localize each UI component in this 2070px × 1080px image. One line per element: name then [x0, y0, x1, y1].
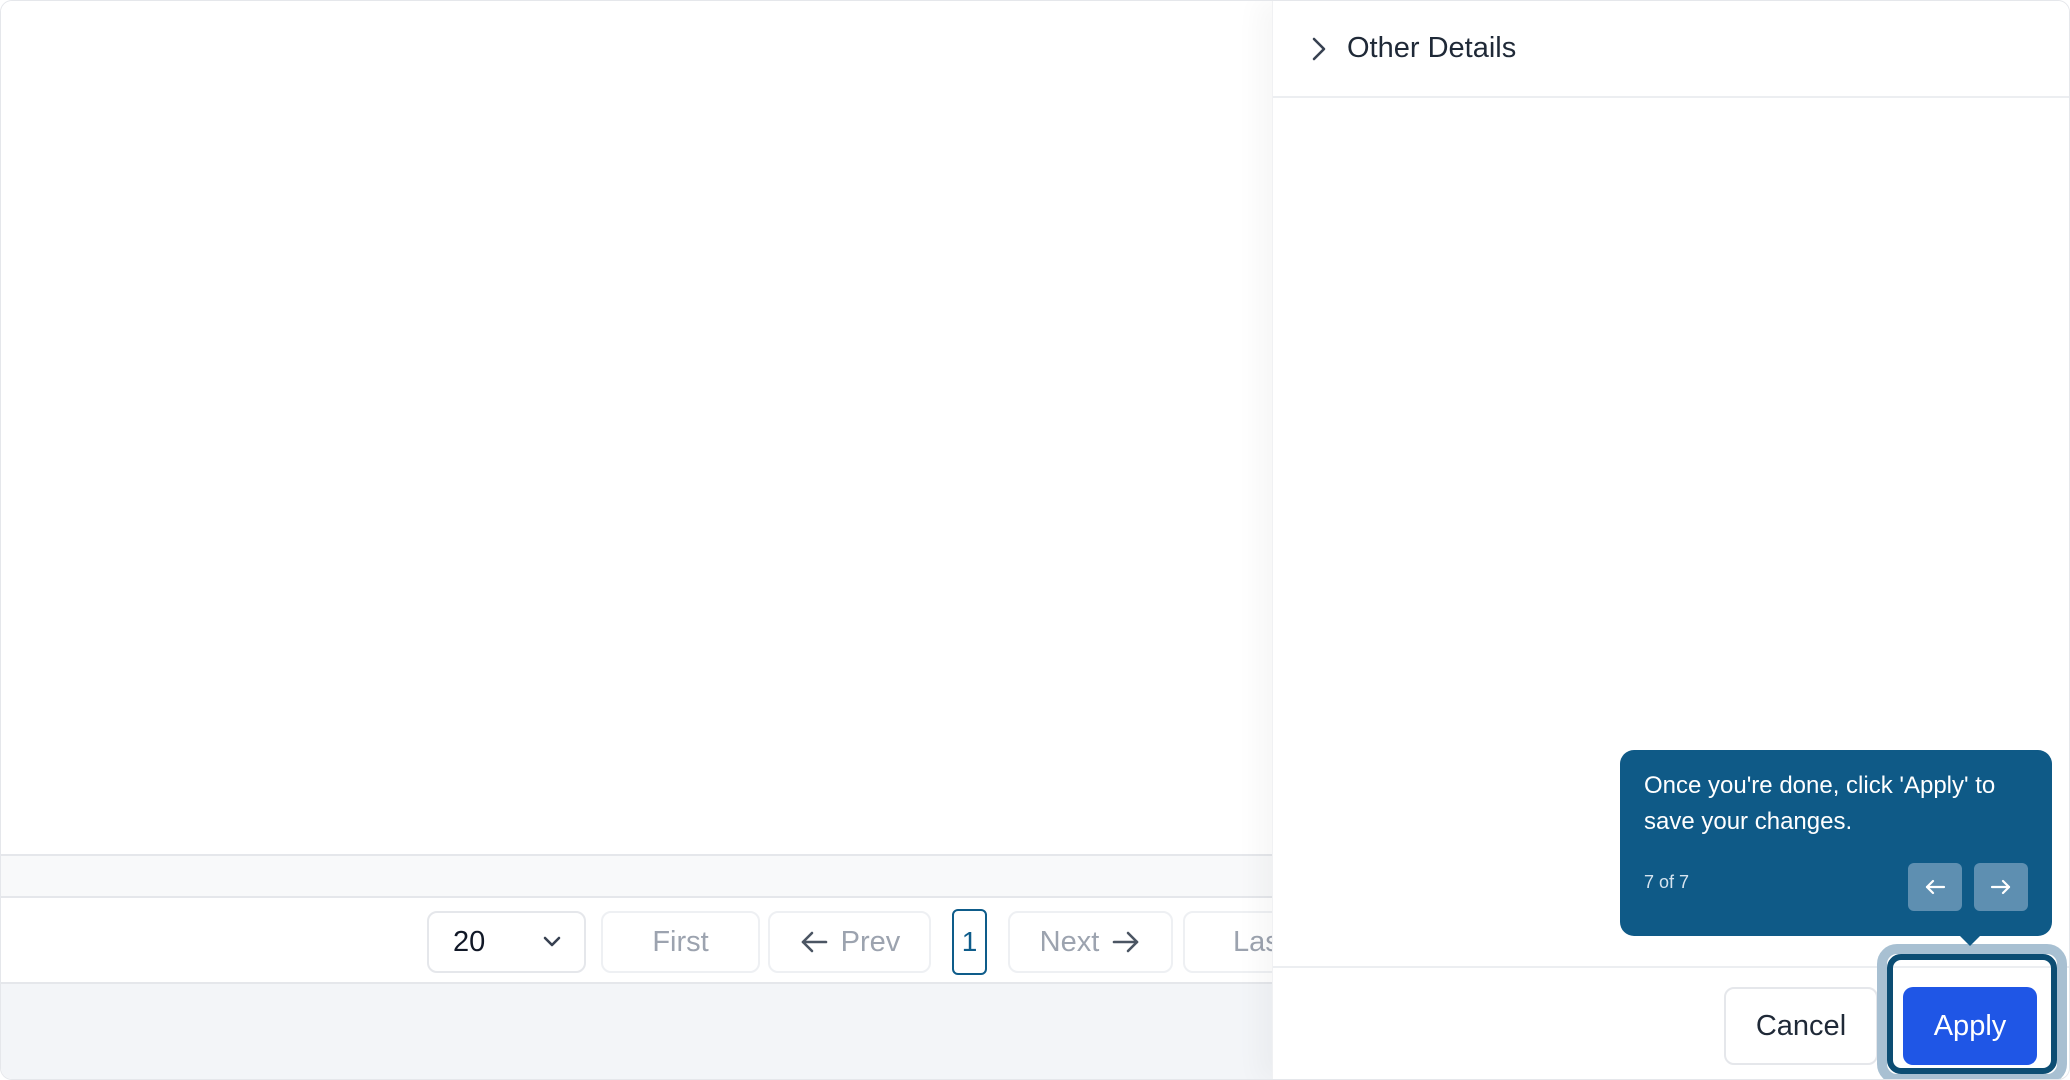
main-content: 20 First Prev 1 Next Las — [1, 1, 1303, 1079]
section-title: Other Details — [1347, 32, 1517, 64]
page-size-value: 20 — [453, 925, 486, 958]
page-footer — [1, 984, 1273, 1079]
tour-next-button[interactable] — [1974, 863, 2028, 911]
first-page-button[interactable]: First — [601, 911, 760, 973]
tour-message: Once you're done, click 'Apply' to save … — [1644, 772, 1996, 835]
page-size-select[interactable]: 20 — [427, 911, 586, 973]
tour-progress: 7 of 7 — [1644, 872, 1690, 892]
tour-prev-button[interactable] — [1908, 863, 1962, 911]
current-page-number: 1 — [961, 926, 978, 957]
prev-page-label: Prev — [840, 925, 901, 958]
horizontal-scrollbar[interactable] — [1, 854, 1273, 898]
next-page-button[interactable]: Next — [1008, 911, 1173, 973]
prev-page-button[interactable]: Prev — [768, 911, 931, 973]
next-page-label: Next — [1039, 925, 1100, 958]
current-page-indicator[interactable]: 1 — [952, 909, 987, 975]
apply-label: Apply — [1933, 1009, 2007, 1042]
arrow-right-icon — [1990, 879, 2011, 895]
arrow-left-icon — [801, 931, 827, 953]
arrow-left-icon — [1925, 879, 1946, 895]
other-details-section-toggle[interactable]: Other Details — [1273, 1, 2069, 98]
drawer-footer: Cancel Apply — [1273, 944, 2069, 1079]
arrow-right-icon — [1113, 931, 1139, 953]
chevron-right-icon — [1312, 37, 1326, 60]
cancel-button[interactable]: Cancel — [1724, 987, 1878, 1065]
chevron-down-icon — [543, 936, 561, 947]
first-page-label: First — [652, 925, 709, 958]
apply-button[interactable]: Apply — [1903, 987, 2037, 1065]
tour-tooltip: Once you're done, click 'Apply' to save … — [1620, 750, 2052, 946]
pagination-bar: 20 First Prev 1 Next Las — [1, 898, 1303, 984]
cancel-label: Cancel — [1755, 1009, 1847, 1042]
app-frame: 20 First Prev 1 Next Las Other Details C… — [0, 0, 2070, 1080]
